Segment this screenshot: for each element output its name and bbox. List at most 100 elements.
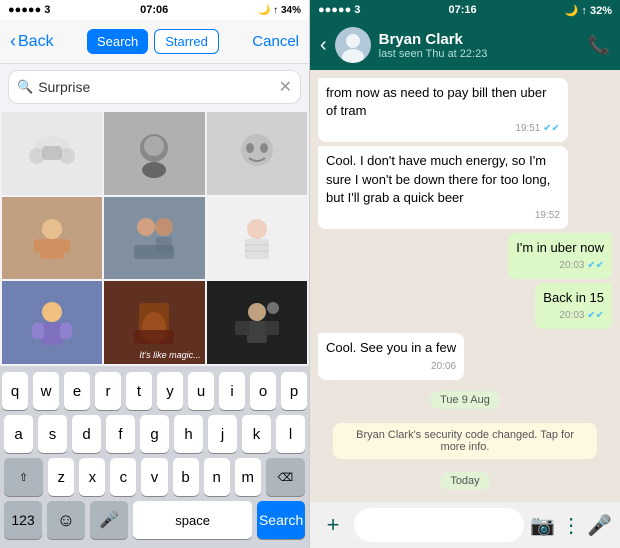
key-i[interactable]: i: [219, 372, 245, 410]
today-separator: Today: [318, 471, 612, 490]
nav-buttons: Search Starred: [87, 29, 219, 54]
keyboard: q w e r t y u i o p a s d f g h j k l ⇧ …: [0, 366, 309, 548]
key-h[interactable]: h: [174, 415, 203, 453]
key-delete[interactable]: ⌫: [266, 458, 305, 496]
status-bar-right: ●●●●● 3 07:16 🌙 ↑ 32%: [310, 0, 620, 20]
gif-item-8[interactable]: It's like magic...: [104, 281, 204, 364]
message-text-3: I'm in uber now: [516, 240, 604, 255]
magic-label: It's like magic...: [139, 350, 200, 360]
search-text[interactable]: Surprise: [38, 79, 278, 95]
message-time-5: 20:06: [326, 360, 456, 374]
key-q[interactable]: q: [2, 372, 28, 410]
add-button[interactable]: +: [318, 512, 348, 538]
message-text-2: Cool. I don't have much energy, so I'm s…: [326, 153, 550, 204]
time-left: 07:06: [140, 4, 168, 16]
key-v[interactable]: v: [141, 458, 167, 496]
key-o[interactable]: o: [250, 372, 276, 410]
message-4: Back in 15 20:03 ✔✔: [535, 283, 612, 329]
gif-item-2[interactable]: [104, 112, 204, 195]
battery-left: 🌙 ↑ 34%: [258, 5, 301, 16]
keyboard-row-1: q w e r t y u i o p: [4, 372, 305, 410]
key-s[interactable]: s: [38, 415, 67, 453]
key-g[interactable]: g: [140, 415, 169, 453]
cancel-button[interactable]: Cancel: [252, 33, 299, 50]
message-text-4: Back in 15: [543, 290, 604, 305]
clear-icon[interactable]: ✕: [279, 77, 292, 97]
mic-icon[interactable]: 🎤: [587, 513, 612, 538]
avatar: [335, 27, 371, 63]
gif-item-9[interactable]: [207, 281, 307, 364]
message-time-1: 19:51 ✔✔: [326, 122, 560, 136]
tick-3: ✔✔: [587, 260, 604, 271]
message-time-3: 20:03 ✔✔: [516, 259, 604, 273]
key-k[interactable]: k: [242, 415, 271, 453]
key-u[interactable]: u: [188, 372, 214, 410]
chat-input-bar: + 📷 ⋮ 🎤: [310, 502, 620, 548]
key-c[interactable]: c: [110, 458, 136, 496]
gif-item-1[interactable]: [2, 112, 102, 195]
date-separator-aug: Tue 9 Aug: [318, 390, 612, 409]
gif-item-3[interactable]: [207, 112, 307, 195]
key-space[interactable]: space: [133, 501, 252, 539]
chat-input[interactable]: [354, 508, 524, 542]
tick-4: ✔✔: [587, 310, 604, 321]
key-f[interactable]: f: [106, 415, 135, 453]
signal-right: ●●●●● 3: [318, 4, 360, 16]
key-y[interactable]: y: [157, 372, 183, 410]
back-button[interactable]: ‹ Back: [10, 31, 54, 52]
gif-item-7[interactable]: [2, 281, 102, 364]
key-a[interactable]: a: [4, 415, 33, 453]
time-right: 07:16: [448, 4, 476, 16]
camera-icon[interactable]: 📷: [530, 513, 555, 538]
key-r[interactable]: r: [95, 372, 121, 410]
gif-item-5[interactable]: [104, 197, 204, 280]
back-label: Back: [18, 33, 54, 51]
message-3: I'm in uber now 20:03 ✔✔: [508, 233, 612, 279]
chat-header: ‹ Bryan Clark last seen Thu at 22:23 📞: [310, 20, 620, 70]
message-text-1: from now as need to pay bill then uber o…: [326, 85, 546, 118]
top-nav: ‹ Back Search Starred Cancel: [0, 20, 309, 64]
key-p[interactable]: p: [281, 372, 307, 410]
key-z[interactable]: z: [48, 458, 74, 496]
battery-right: 🌙 ↑ 32%: [565, 4, 612, 17]
contact-name: Bryan Clark: [379, 31, 580, 48]
keyboard-bottom-row: 123 ☺ 🎤 space Search: [4, 501, 305, 539]
tick-1: ✔✔: [543, 123, 560, 134]
key-e[interactable]: e: [64, 372, 90, 410]
message-1: from now as need to pay bill then uber o…: [318, 78, 568, 142]
key-m[interactable]: m: [235, 458, 261, 496]
key-number[interactable]: 123: [4, 501, 42, 539]
contact-status: last seen Thu at 22:23: [379, 48, 580, 60]
message-2: Cool. I don't have much energy, so I'm s…: [318, 146, 568, 229]
search-nav-button[interactable]: Search: [87, 29, 148, 54]
key-x[interactable]: x: [79, 458, 105, 496]
key-t[interactable]: t: [126, 372, 152, 410]
more-icon[interactable]: ⋮: [561, 513, 581, 538]
security-notice[interactable]: Bryan Clark's security code changed. Tap…: [333, 423, 598, 459]
key-l[interactable]: l: [276, 415, 305, 453]
key-emoji[interactable]: ☺: [47, 501, 85, 539]
starred-nav-button[interactable]: Starred: [154, 29, 219, 54]
date-badge-aug: Tue 9 Aug: [430, 391, 500, 409]
chat-back-button[interactable]: ‹: [320, 34, 327, 57]
search-bar: 🔍 Surprise ✕: [8, 70, 301, 104]
key-n[interactable]: n: [204, 458, 230, 496]
left-panel: ●●●●● 3 07:06 🌙 ↑ 34% ‹ Back Search Star…: [0, 0, 310, 548]
call-icon[interactable]: 📞: [588, 35, 610, 56]
key-b[interactable]: b: [173, 458, 199, 496]
message-text-5: Cool. See you in a few: [326, 340, 456, 355]
message-time-2: 19:52: [326, 209, 560, 223]
key-j[interactable]: j: [208, 415, 237, 453]
gif-item-6[interactable]: [207, 197, 307, 280]
gif-item-4[interactable]: [2, 197, 102, 280]
contact-info: Bryan Clark last seen Thu at 22:23: [379, 31, 580, 60]
message-time-4: 20:03 ✔✔: [543, 309, 604, 323]
key-shift[interactable]: ⇧: [4, 458, 43, 496]
status-bar-left: ●●●●● 3 07:06 🌙 ↑ 34%: [0, 0, 309, 20]
keyboard-row-2: a s d f g h j k l: [4, 415, 305, 453]
key-w[interactable]: w: [33, 372, 59, 410]
gif-grid: It's like magic...: [0, 110, 309, 366]
key-search[interactable]: Search: [257, 501, 305, 539]
key-d[interactable]: d: [72, 415, 101, 453]
key-mic[interactable]: 🎤: [90, 501, 128, 539]
